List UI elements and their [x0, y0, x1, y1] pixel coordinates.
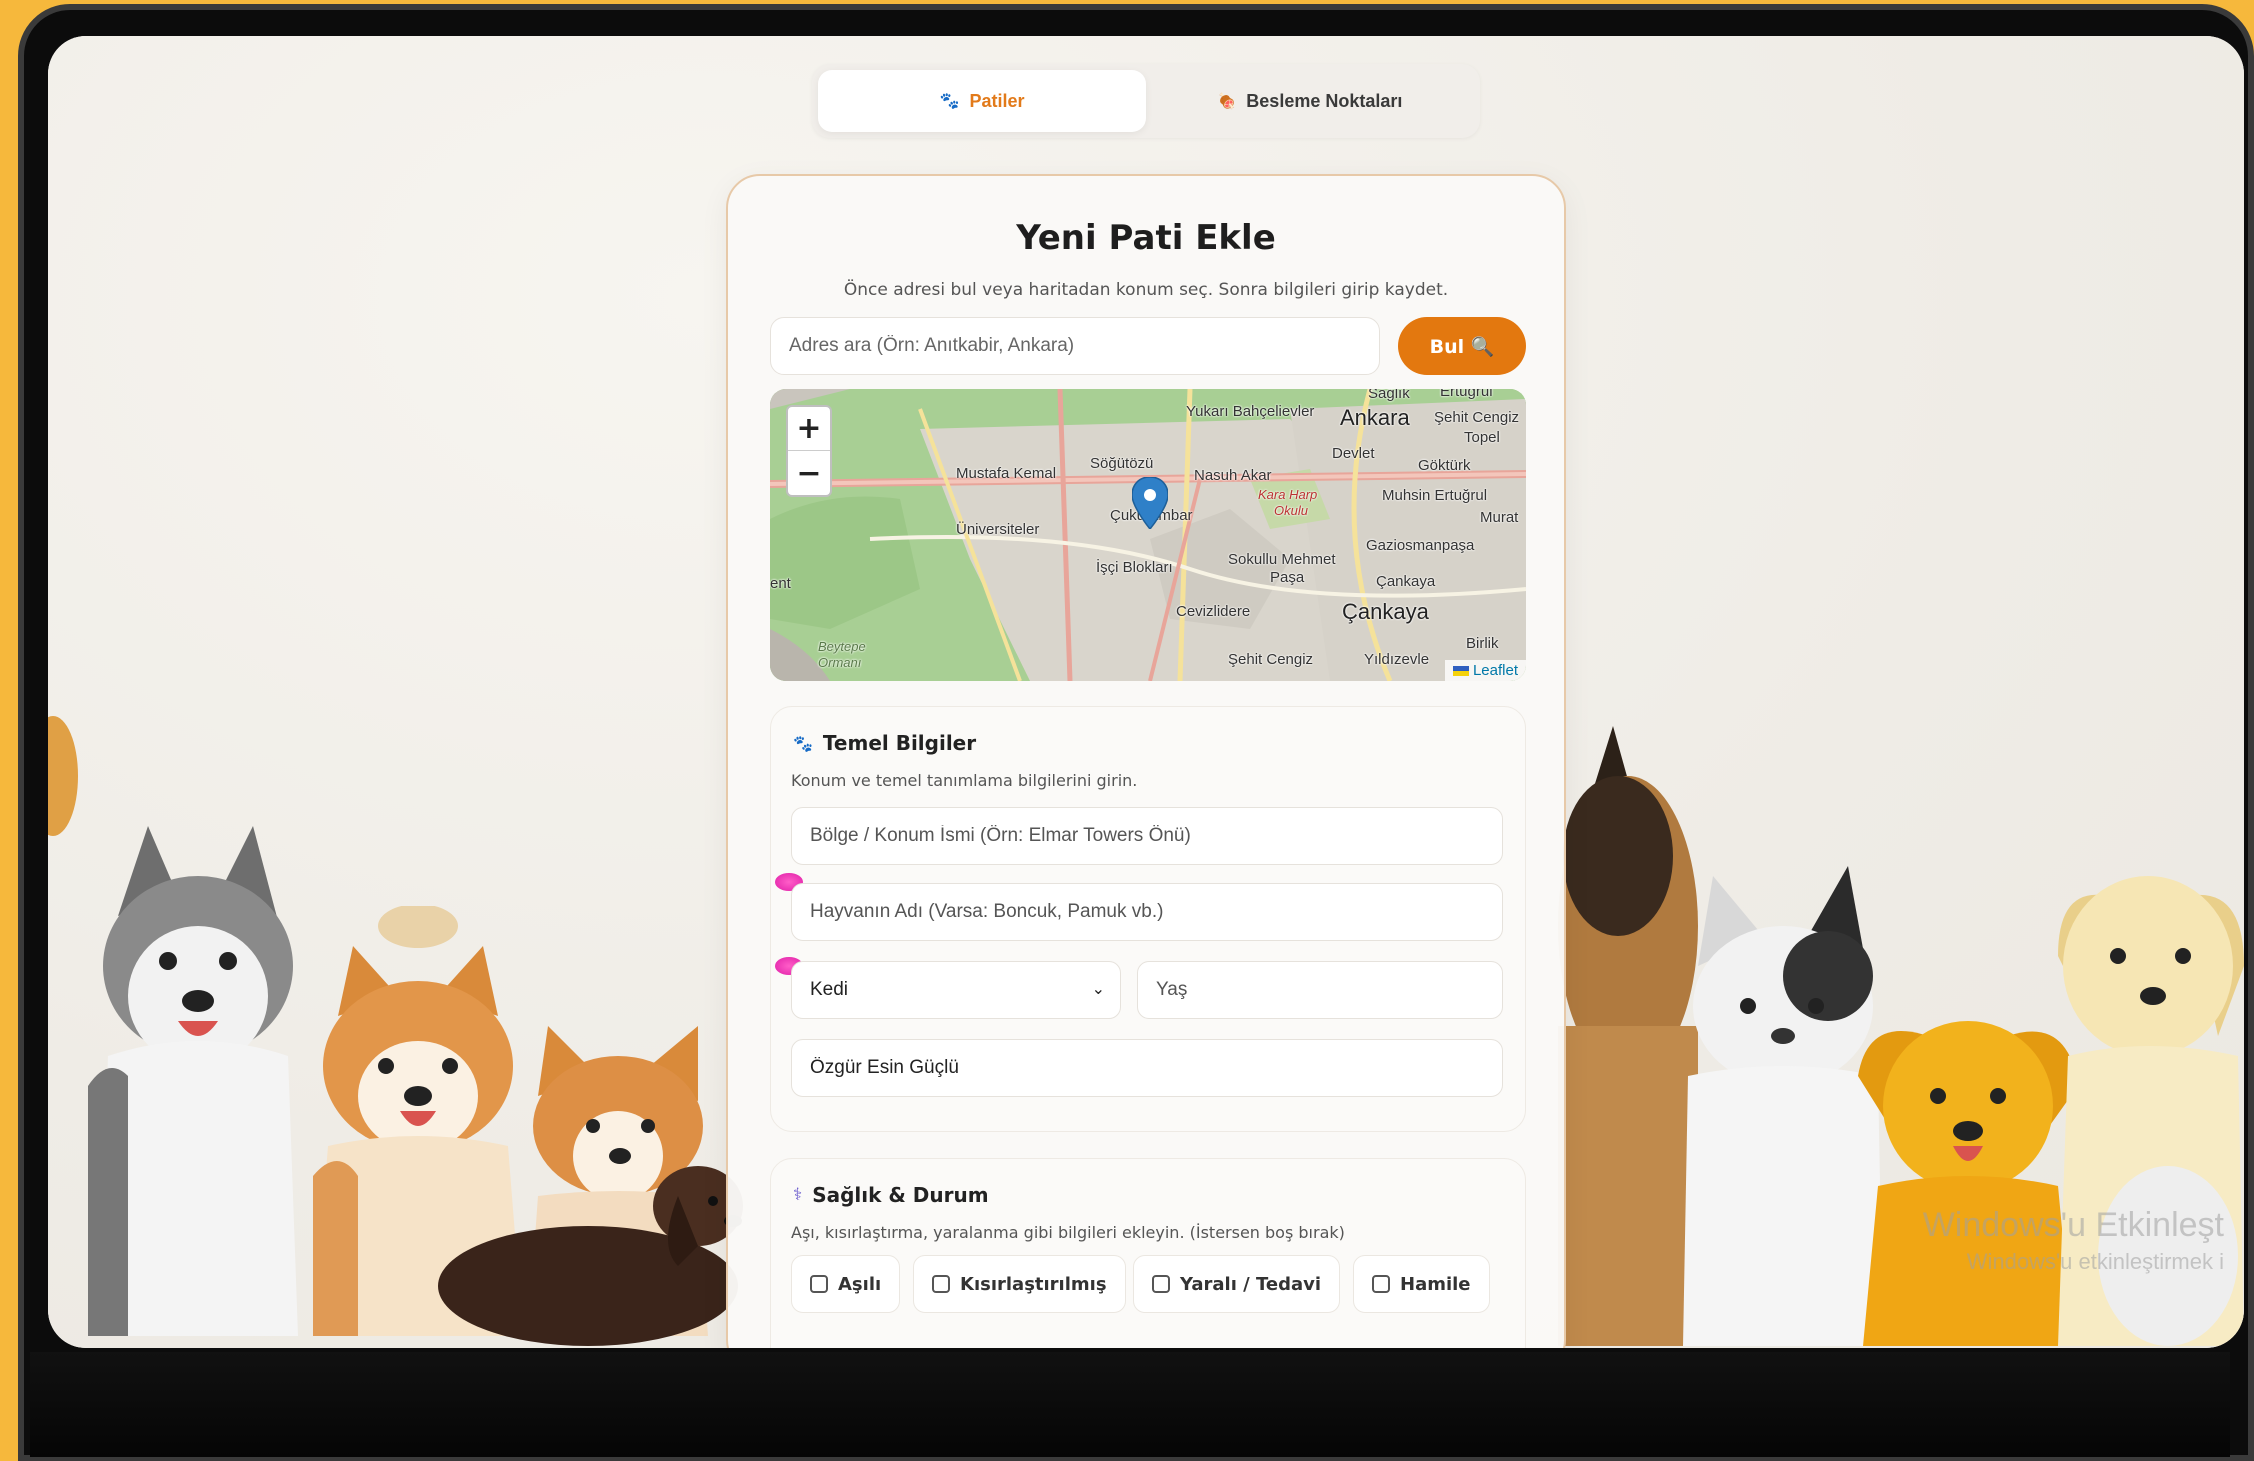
map-label: Topel [1464, 429, 1500, 446]
map-label: Ormanı [818, 655, 862, 670]
leaflet-link[interactable]: Leaflet [1473, 662, 1518, 679]
checkbox-label: Aşılı [838, 1273, 882, 1295]
map-label: Birlik [1466, 635, 1499, 652]
map-label: Murat [1480, 509, 1519, 526]
husky-illustration [88, 826, 308, 1336]
tab-patiler-label: Patiler [969, 90, 1025, 111]
basic-info-description: Konum ve temel tanımlama bilgilerini gir… [791, 771, 1138, 790]
add-paw-card: Yeni Pati Ekle Önce adresi bul veya hari… [726, 174, 1566, 1348]
card-subtitle: Önce adresi bul veya haritadan konum seç… [843, 280, 1449, 300]
checkbox-label: Yaralı / Tedavi [1180, 1273, 1322, 1295]
map-label: Okulu [1274, 503, 1308, 518]
app-screen: Windows'u Etkinleşt Windows'u etkinleşti… [48, 36, 2244, 1348]
basic-info-title-text: Temel Bilgiler [822, 731, 977, 755]
checkbox-asili[interactable]: Aşılı [791, 1255, 901, 1313]
checkbox-label: Hamile [1400, 1273, 1471, 1295]
map-label: Beytepe [818, 639, 866, 654]
checkbox-box[interactable] [1372, 1275, 1390, 1293]
windows-activation-watermark: Windows'u Etkinleşt Windows'u etkinleşti… [1923, 1206, 2224, 1275]
partial-dog-illustration [48, 716, 78, 856]
health-section: ⚕ Sağlık & Durum Aşı, kısırlaştırma, yar… [770, 1158, 1526, 1348]
map-label: İşçi Blokları [1096, 559, 1173, 576]
checkbox-yarali-tedavi[interactable]: Yaralı / Tedavi [1133, 1255, 1341, 1313]
zoom-in-button[interactable]: + [788, 407, 830, 451]
map-label: Şehit Cengiz [1434, 409, 1520, 426]
species-select-wrap: Kedi ⌄ [791, 961, 1121, 1019]
map-label: Üniversiteler [956, 521, 1040, 538]
map-label: Kara Harp [1258, 487, 1318, 502]
basic-info-title: 🐾 Temel Bilgiler [793, 731, 976, 755]
laptop-keyboard [30, 1352, 2230, 1457]
location-map[interactable]: Yukarı Bahçelievler Ankara Sağlık Ertuğr… [770, 389, 1526, 681]
map-label: Göktürk [1418, 457, 1471, 474]
checkbox-hamile[interactable]: Hamile [1353, 1255, 1490, 1313]
ukraine-flag-icon [1452, 666, 1469, 677]
zoom-out-button[interactable]: − [788, 451, 830, 495]
map-label: Cevizlidere [1176, 603, 1251, 620]
map-label: Çankaya [1376, 573, 1436, 590]
map-label: Ertuğrul [1440, 389, 1493, 400]
address-search-row: Bul 🔍 [770, 317, 1526, 375]
paw-icon: 🐾 [939, 93, 960, 110]
map-label: Paşa [1270, 569, 1305, 586]
map-label: Devlet [1332, 445, 1375, 462]
tab-patiler[interactable]: 🐾 Patiler [818, 70, 1146, 132]
search-button[interactable]: Bul 🔍 [1398, 317, 1526, 375]
checkbox-label: Kısırlaştırılmış [960, 1273, 1107, 1295]
map-attribution[interactable]: Leaflet [1444, 660, 1526, 681]
checkbox-kisirlastirilmis[interactable]: Kısırlaştırılmış [913, 1255, 1126, 1313]
map-marker-icon[interactable] [1132, 477, 1168, 529]
checkbox-box[interactable] [810, 1275, 828, 1293]
health-description: Aşı, kısırlaştırma, yaralanma gibi bilgi… [791, 1223, 1345, 1242]
tab-bar: 🐾 Patiler 🍖 Besleme Noktaları [812, 64, 1480, 138]
map-label: Yıldızevle [1364, 651, 1430, 668]
location-name-input[interactable] [791, 807, 1503, 865]
animal-name-input[interactable] [791, 883, 1503, 941]
map-label: Nasuh Akar [1194, 467, 1272, 484]
watermark-line-1: Windows'u Etkinleşt [1922, 1206, 2224, 1244]
map-label: ent [770, 575, 791, 592]
stethoscope-icon: ⚕ [793, 1185, 803, 1205]
health-title-text: Sağlık & Durum [812, 1183, 989, 1207]
basic-info-section: 🐾 Temel Bilgiler Konum ve temel tanımlam… [770, 706, 1526, 1132]
map-label: Ankara [1340, 405, 1410, 430]
food-bowl-icon: 🍖 [1217, 93, 1237, 110]
map-zoom-control: + − [786, 405, 832, 497]
dachshund-illustration [428, 1156, 758, 1346]
address-search-input[interactable] [770, 317, 1380, 375]
map-label: Muhsin Ertuğrul [1382, 487, 1488, 504]
owner-input[interactable] [791, 1039, 1503, 1097]
paw-icon: 🐾 [793, 733, 813, 753]
card-title: Yeni Pati Ekle [1016, 218, 1276, 258]
map-label: Çankaya [1342, 599, 1429, 624]
map-label: Şehit Cengiz [1228, 651, 1314, 668]
map-label: Mustafa Kemal [956, 465, 1057, 482]
map-label: Yukarı Bahçelievler [1186, 403, 1315, 420]
species-select[interactable]: Kedi [791, 961, 1121, 1019]
checkbox-box[interactable] [932, 1275, 950, 1293]
map-label: Sağlık [1368, 389, 1410, 402]
map-label: Gaziosmanpaşa [1366, 537, 1475, 554]
map-label: Söğütözü [1090, 455, 1154, 472]
age-input[interactable] [1137, 961, 1503, 1019]
watermark-line-2: Windows'u etkinleştirmek i [1966, 1249, 2224, 1274]
tab-besleme-noktalari[interactable]: 🍖 Besleme Noktaları [1146, 70, 1474, 132]
map-label: Sokullu Mehmet [1228, 551, 1336, 568]
checkbox-box[interactable] [1152, 1275, 1170, 1293]
health-title: ⚕ Sağlık & Durum [793, 1183, 989, 1207]
map-tiles [770, 389, 1526, 681]
tab-besleme-label: Besleme Noktaları [1246, 90, 1403, 111]
species-select-value: Kedi [810, 979, 849, 1000]
